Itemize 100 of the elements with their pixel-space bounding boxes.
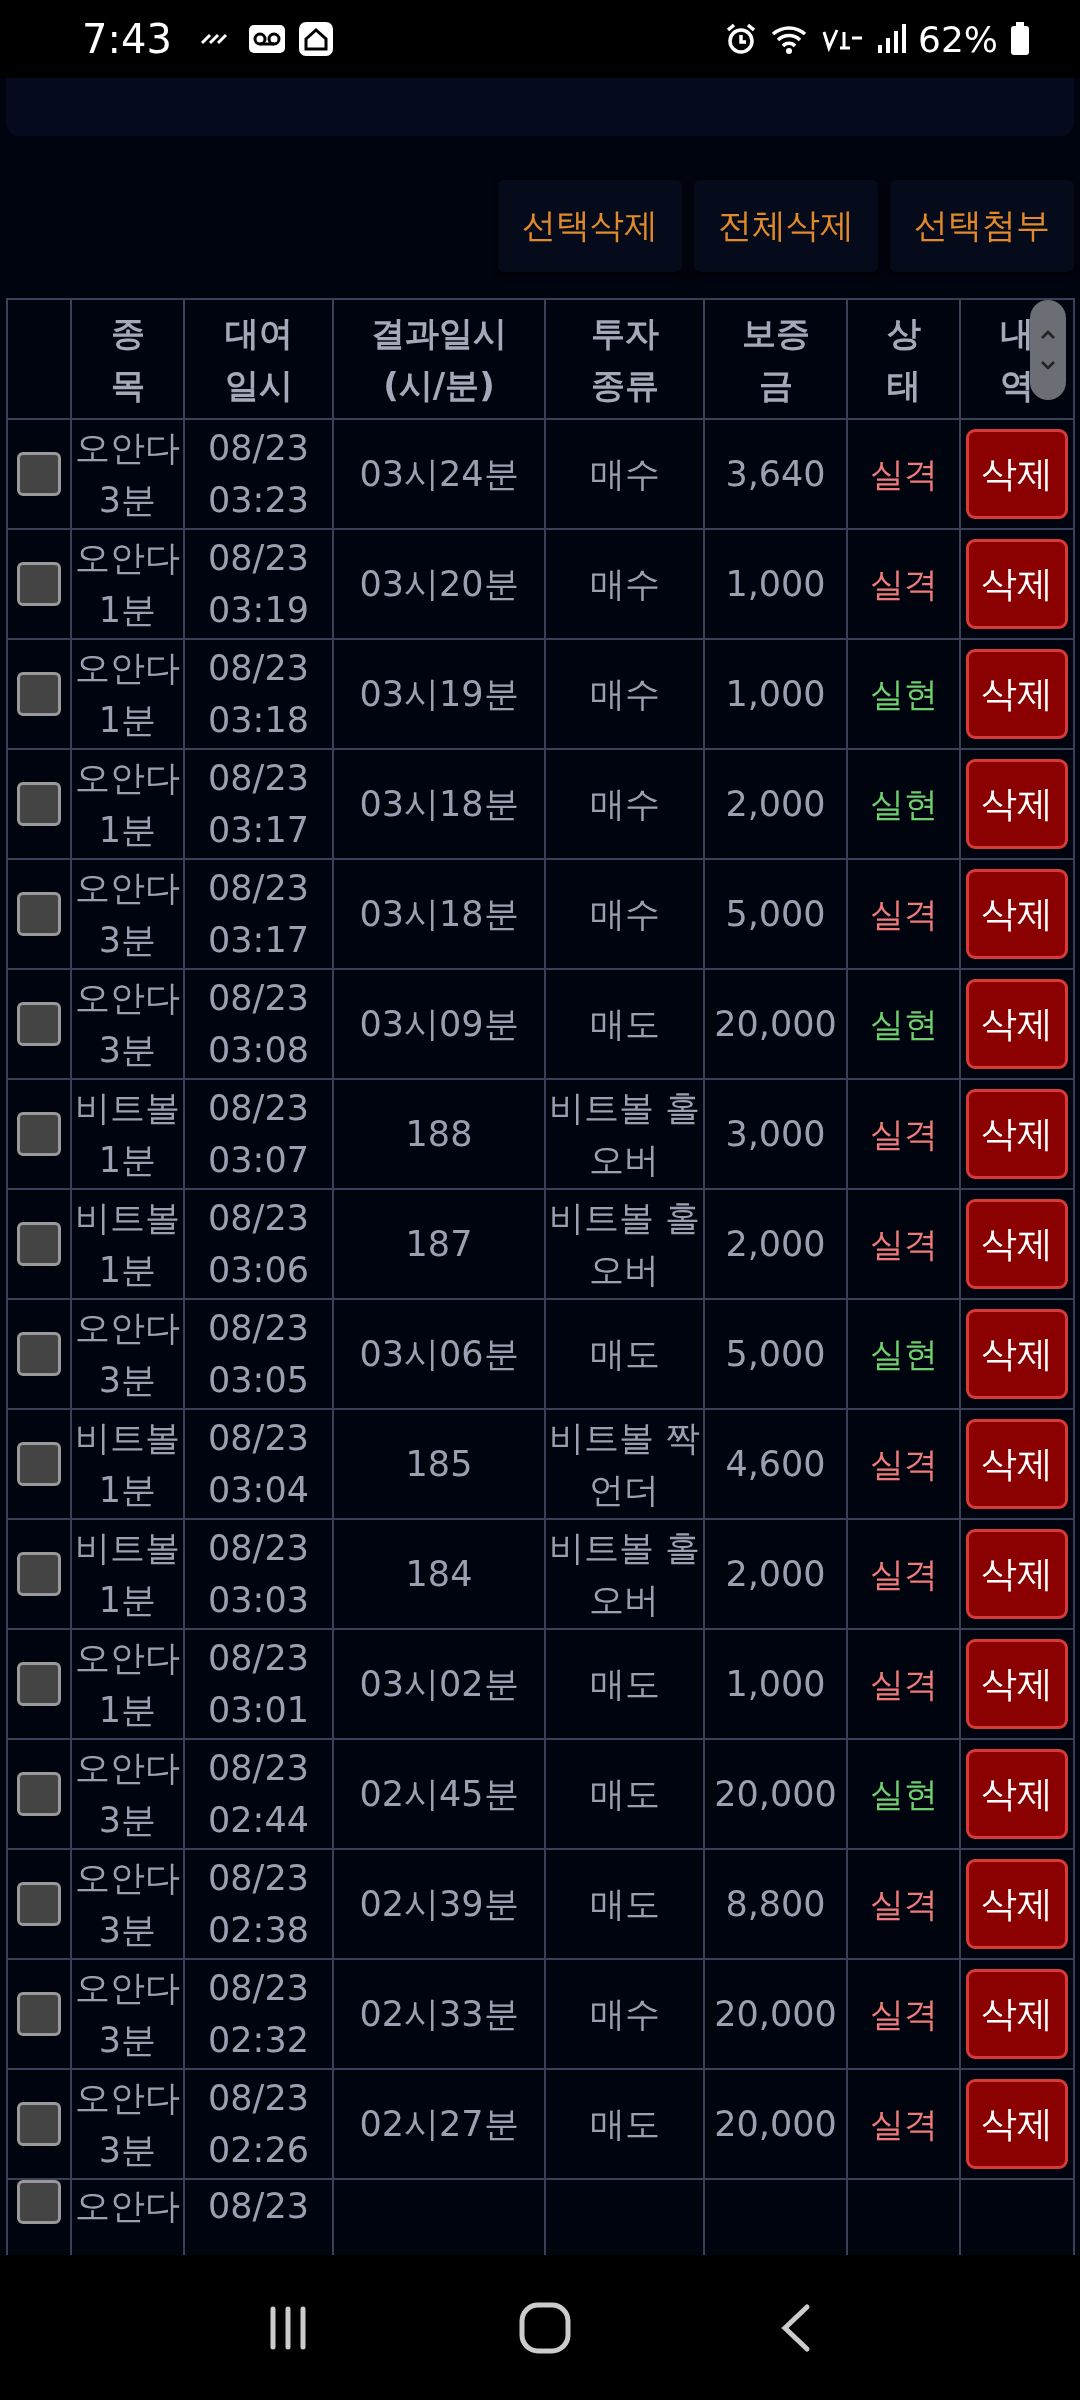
product-name: 오안다 3분 bbox=[75, 1857, 180, 1952]
product-name: 오안다 3분 bbox=[75, 1747, 180, 1842]
status-text: 실격 bbox=[869, 1883, 938, 1926]
result-time: 02시45분 bbox=[359, 1773, 519, 1816]
result-time: 02시33분 bbox=[359, 1993, 519, 2036]
product-name: 오안다 1분 bbox=[75, 647, 180, 742]
row-checkbox[interactable] bbox=[17, 452, 61, 496]
row-checkbox[interactable] bbox=[17, 1992, 61, 2036]
status-text: 실격 bbox=[869, 1443, 938, 1486]
delete-button[interactable]: 삭제 bbox=[966, 1529, 1068, 1619]
column-header: 대여 일시 bbox=[224, 313, 293, 405]
investment-type: 매도 bbox=[589, 2103, 660, 2146]
row-checkbox[interactable] bbox=[17, 1222, 61, 1266]
delete-button[interactable]: 삭제 bbox=[966, 1969, 1068, 2059]
scroll-handle[interactable] bbox=[1030, 300, 1066, 400]
row-checkbox[interactable] bbox=[17, 2102, 61, 2146]
investment-type: 매수 bbox=[589, 673, 660, 716]
product-name: 오안다 3분 bbox=[75, 977, 180, 1072]
result-time: 03시06분 bbox=[359, 1333, 519, 1376]
delete-button[interactable]: 삭제 bbox=[966, 1199, 1068, 1289]
rental-date: 08/23 03:03 bbox=[208, 1527, 309, 1622]
column-header: 결과일시 (시/분) bbox=[371, 313, 507, 405]
cell-signal-icon bbox=[876, 23, 906, 55]
deposit-amount: 20,000 bbox=[714, 1003, 837, 1046]
deposit-amount: 3,000 bbox=[725, 1113, 826, 1156]
battery-percentage: 62% bbox=[918, 18, 998, 60]
row-checkbox[interactable] bbox=[17, 672, 61, 716]
delete-button[interactable]: 삭제 bbox=[966, 429, 1068, 519]
row-checkbox[interactable] bbox=[17, 1882, 61, 1926]
product-name: 오안다 3분 bbox=[75, 867, 180, 962]
delete-button[interactable]: 삭제 bbox=[966, 1639, 1068, 1729]
row-checkbox[interactable] bbox=[17, 1772, 61, 1816]
home-icon[interactable] bbox=[518, 2300, 572, 2355]
delete-button[interactable]: 삭제 bbox=[966, 1089, 1068, 1179]
product-name: 비트볼 1분 bbox=[75, 1417, 180, 1512]
deposit-amount: 8,800 bbox=[725, 1883, 826, 1926]
battery-icon bbox=[1010, 22, 1030, 56]
status-text: 실현 bbox=[869, 673, 938, 716]
deposit-amount: 20,000 bbox=[714, 1773, 837, 1816]
action-button[interactable]: 전체삭제 bbox=[694, 180, 878, 272]
row-checkbox[interactable] bbox=[17, 562, 61, 606]
status-text: 실격 bbox=[869, 1223, 938, 1266]
investment-type: 매수 bbox=[589, 1993, 660, 2036]
result-time: 185 bbox=[405, 1443, 473, 1486]
product-name: 오안다 1분 bbox=[75, 757, 180, 852]
clock-time: 7:43 bbox=[82, 16, 172, 62]
row-checkbox[interactable] bbox=[17, 2180, 61, 2224]
rental-date: 08/23 02:38 bbox=[208, 1857, 309, 1952]
rental-date: 08/23 03:04 bbox=[208, 1417, 309, 1512]
investment-type: 매수 bbox=[589, 893, 660, 936]
delete-button[interactable]: 삭제 bbox=[966, 539, 1068, 629]
column-header: 투자 종류 bbox=[590, 313, 659, 405]
action-button[interactable]: 선택첨부 bbox=[890, 180, 1074, 272]
row-checkbox[interactable] bbox=[17, 782, 61, 826]
result-time: 03시20분 bbox=[359, 563, 519, 606]
row-checkbox[interactable] bbox=[17, 1662, 61, 1706]
investment-type: 매도 bbox=[589, 1773, 660, 1816]
deposit-amount: 2,000 bbox=[725, 783, 826, 826]
result-time: 03시02분 bbox=[359, 1663, 519, 1706]
delete-button[interactable]: 삭제 bbox=[966, 1859, 1068, 1949]
status-text: 실현 bbox=[869, 1333, 938, 1376]
product-name: 오안다 1분 bbox=[75, 537, 180, 632]
rental-date: 08/23 03:08 bbox=[208, 977, 309, 1072]
product-name: 오안다 3분 bbox=[75, 427, 180, 522]
deposit-amount: 3,640 bbox=[725, 453, 826, 496]
column-header: 종 목 bbox=[110, 313, 145, 405]
result-time: 188 bbox=[405, 1113, 473, 1156]
row-checkbox[interactable] bbox=[17, 892, 61, 936]
result-time: 02시39분 bbox=[359, 1883, 519, 1926]
result-time: 03시18분 bbox=[359, 783, 519, 826]
delete-button[interactable]: 삭제 bbox=[966, 979, 1068, 1069]
deposit-amount: 2,000 bbox=[725, 1223, 826, 1266]
result-time: 03시24분 bbox=[359, 453, 519, 496]
delete-button[interactable]: 삭제 bbox=[966, 2079, 1068, 2169]
investment-type: 매수 bbox=[589, 563, 660, 606]
delete-button[interactable]: 삭제 bbox=[966, 869, 1068, 959]
row-checkbox[interactable] bbox=[17, 1112, 61, 1156]
row-checkbox[interactable] bbox=[17, 1552, 61, 1596]
delete-button[interactable]: 삭제 bbox=[966, 1309, 1068, 1399]
delete-button[interactable]: 삭제 bbox=[966, 649, 1068, 739]
rental-date: 08/23 03:01 bbox=[208, 1637, 309, 1732]
investment-type: 매도 bbox=[589, 1003, 660, 1046]
rental-date: 08/23 03:23 bbox=[208, 427, 309, 522]
delete-button[interactable]: 삭제 bbox=[966, 1749, 1068, 1839]
action-button[interactable]: 선택삭제 bbox=[498, 180, 682, 272]
deposit-amount: 1,000 bbox=[725, 1663, 826, 1706]
deposit-amount: 1,000 bbox=[725, 563, 826, 606]
status-text: 실현 bbox=[869, 1003, 938, 1046]
investment-type: 매수 bbox=[589, 453, 660, 496]
rental-date: 08/23 03:06 bbox=[208, 1197, 309, 1292]
row-checkbox[interactable] bbox=[17, 1332, 61, 1376]
result-time: 03시09분 bbox=[359, 1003, 519, 1046]
rental-date: 08/23 03:18 bbox=[208, 647, 309, 742]
product-name: 오안다 3분 bbox=[75, 1307, 180, 1402]
row-checkbox[interactable] bbox=[17, 1442, 61, 1486]
investment-type: 비트볼 홀 오버 bbox=[548, 1197, 701, 1292]
product-name: 오안다 bbox=[75, 2185, 180, 2228]
delete-button[interactable]: 삭제 bbox=[966, 759, 1068, 849]
delete-button[interactable]: 삭제 bbox=[966, 1419, 1068, 1509]
row-checkbox[interactable] bbox=[17, 1002, 61, 1046]
